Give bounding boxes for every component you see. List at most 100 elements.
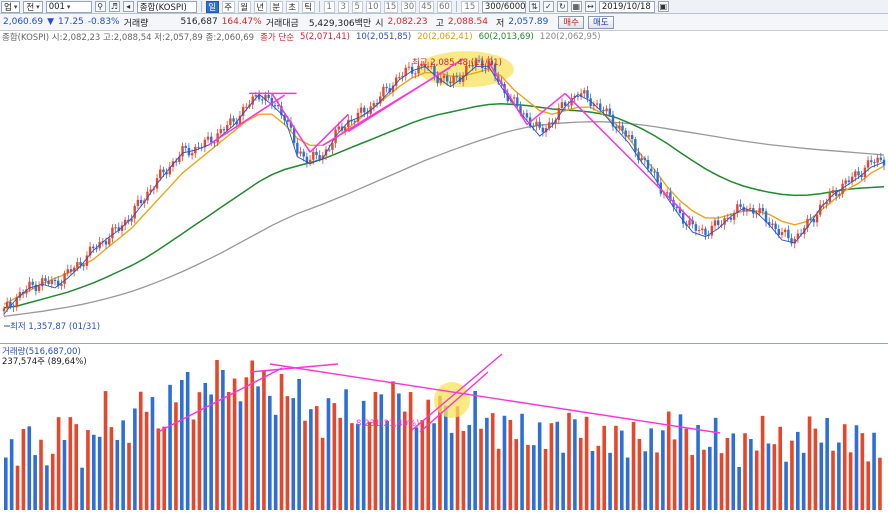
candle-body (787, 229, 790, 239)
candle-body (181, 146, 184, 157)
candle-body (643, 158, 647, 160)
volume-bar (115, 439, 120, 510)
volume-bar (332, 403, 337, 510)
volume-bar (185, 372, 190, 510)
volume-bar (766, 443, 771, 510)
candle-body (114, 227, 117, 229)
candle-body (133, 205, 136, 219)
candle-body (618, 125, 621, 129)
volume-bar (74, 424, 78, 510)
volume-bar (801, 452, 806, 510)
candle-body (774, 223, 777, 230)
trendline (564, 92, 694, 222)
volume-bar (397, 393, 401, 510)
candle-body (299, 151, 302, 154)
volume-bar (432, 423, 436, 510)
candle-body (449, 81, 452, 84)
volume-bar (461, 430, 466, 510)
candle-body (343, 127, 347, 131)
volume-bar (138, 391, 143, 510)
candle-body (184, 146, 187, 148)
candle-body (602, 109, 605, 112)
volume-bar (50, 453, 55, 510)
volume-bar (344, 389, 348, 510)
candle-body (701, 228, 704, 231)
candle-body (512, 97, 516, 99)
volume-bar (649, 428, 653, 510)
volume-bar (68, 417, 73, 510)
volume-bar (813, 428, 818, 510)
candle-body (675, 207, 678, 209)
volume-bar (350, 423, 354, 510)
candle-body (353, 121, 356, 123)
candle-body (315, 151, 318, 156)
candle-body (267, 94, 270, 98)
volume-bar (226, 392, 231, 510)
volume-trendline (249, 363, 339, 373)
candle-body (809, 218, 812, 220)
volume-bar (86, 430, 90, 510)
candle-body (5, 301, 9, 309)
candle-body (866, 160, 870, 168)
volume-bar (291, 398, 296, 510)
volume-bar (842, 424, 847, 510)
candle-body (624, 130, 627, 137)
volume-bar (567, 412, 571, 510)
candle-body (583, 90, 586, 94)
candle-body (516, 97, 519, 107)
candle-body (739, 204, 742, 207)
volume-bar (121, 420, 125, 510)
volume-highlight (434, 382, 470, 418)
volume-bar (326, 398, 331, 510)
volume-bar (174, 402, 178, 510)
volume-bar (338, 417, 342, 510)
volume-bar (672, 439, 677, 510)
candle-body (31, 281, 34, 285)
volume-bar (62, 439, 67, 510)
candle-body (780, 232, 784, 235)
candle-body (2, 308, 6, 312)
volume-bar (127, 442, 131, 510)
candle-body (538, 121, 541, 128)
volume-bar (314, 406, 319, 510)
volume-bar (526, 444, 530, 510)
candle-body (442, 75, 446, 79)
candle-body (560, 102, 564, 109)
volume-bar (490, 413, 495, 510)
volume-bar (561, 452, 565, 510)
candle-body (717, 220, 720, 225)
volume-bar (273, 414, 278, 510)
candle-body (815, 214, 819, 223)
volume-bar (702, 449, 706, 510)
volume-trendline (269, 363, 721, 434)
volume-bar (9, 439, 14, 510)
volume-bar (215, 360, 219, 510)
candle-body (312, 151, 315, 160)
candle-body (452, 76, 455, 84)
candle-body (844, 180, 847, 184)
candle-body (445, 75, 449, 82)
price-volume-chart[interactable]: 최고 2,085,48 (11/01) 최저 1,357,87 (01/31) 8,… (0, 0, 888, 513)
volume-bar (590, 450, 595, 510)
candle-body (111, 227, 114, 239)
candle-body (47, 280, 50, 284)
volume-bar (573, 419, 577, 510)
candle-body (831, 190, 835, 193)
volume-bar (180, 379, 184, 510)
volume-bar (168, 384, 172, 510)
volume-marker-label: 8,231(21,40%) (356, 419, 419, 429)
candle-body (595, 103, 599, 105)
candle-body (190, 153, 194, 156)
volume-bar (238, 401, 243, 510)
candle-body (650, 168, 653, 172)
volume-bar (156, 428, 161, 510)
volume-bar (45, 465, 49, 510)
volume-bar (103, 391, 108, 510)
candle-body (634, 139, 637, 153)
volume-bar (191, 419, 196, 510)
candle-body (139, 199, 143, 204)
candle-body (53, 280, 57, 282)
volume-bar (485, 417, 489, 510)
ma10-line (3, 65, 885, 315)
candle-body (50, 280, 54, 284)
